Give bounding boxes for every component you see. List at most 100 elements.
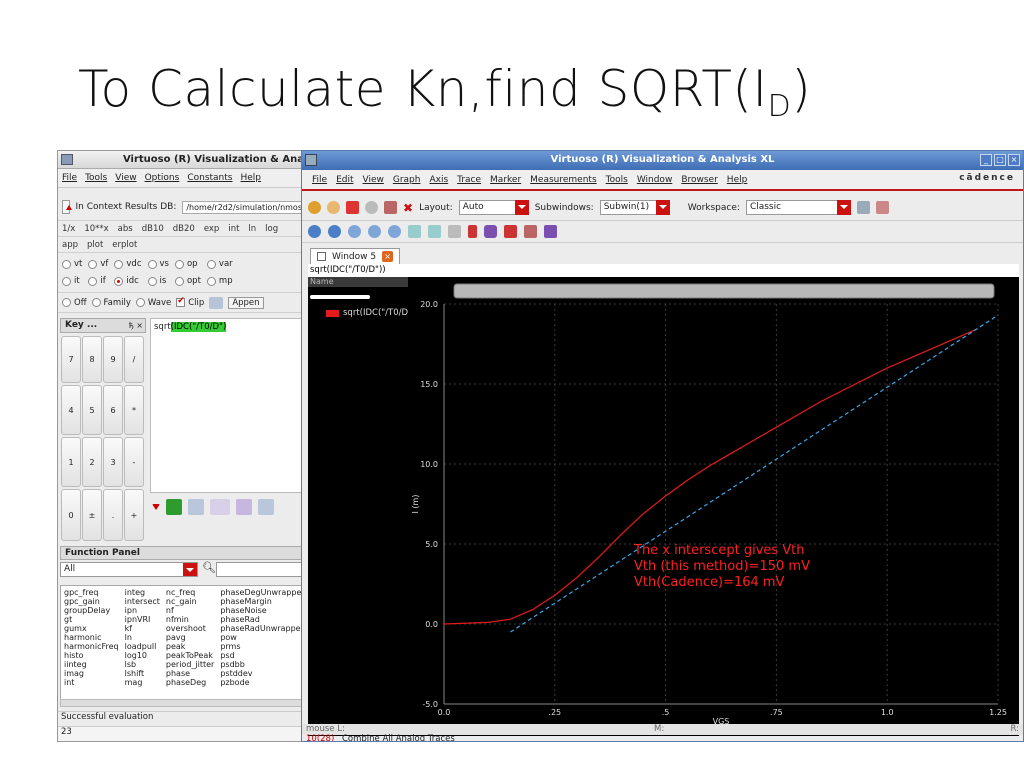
function-item[interactable]: iinteg — [64, 660, 119, 669]
key-multiply[interactable]: * — [124, 385, 144, 435]
dropdown-icon[interactable] — [152, 504, 160, 510]
key-minus[interactable]: - — [124, 437, 144, 487]
key-7[interactable]: 7 — [61, 336, 81, 383]
function-item[interactable]: phaseRad — [220, 615, 305, 624]
zoom-fit-icon[interactable] — [308, 225, 321, 238]
function-item[interactable]: gpc_gain — [64, 597, 119, 606]
mode-button[interactable]: plot — [87, 240, 103, 250]
zoom-x-icon[interactable] — [348, 225, 361, 238]
table-icon[interactable] — [448, 225, 461, 238]
function-item[interactable]: harmonic — [64, 633, 119, 642]
function-item[interactable]: ipn — [125, 606, 160, 615]
copy-icon[interactable] — [365, 201, 378, 214]
menu-graph[interactable]: Graph — [393, 175, 421, 185]
radio-wave[interactable]: Wave — [135, 298, 171, 308]
undo-icon[interactable] — [308, 201, 321, 214]
zoom-in-icon[interactable] — [328, 225, 341, 238]
context-path-field[interactable]: /home/r2d2/simulation/nmos — [182, 200, 306, 214]
append-button[interactable]: Appen — [228, 296, 264, 309]
marker-icon[interactable] — [468, 225, 477, 238]
radio-if[interactable]: if — [88, 274, 108, 288]
radio-is[interactable]: is — [147, 274, 169, 288]
menu-constants[interactable]: Constants — [187, 173, 232, 183]
close-icon[interactable]: × — [1008, 154, 1020, 166]
copy-icon[interactable] — [188, 499, 204, 515]
layout-select[interactable]: Auto — [458, 200, 529, 215]
function-item[interactable]: phase — [166, 669, 214, 678]
stack-icon[interactable] — [236, 499, 252, 515]
radio-vs[interactable]: vs — [147, 257, 169, 271]
function-item[interactable]: ln — [125, 633, 160, 642]
key-4[interactable]: 4 — [61, 385, 81, 435]
radio-vt[interactable]: vt — [62, 257, 82, 271]
redo-icon[interactable] — [327, 201, 340, 214]
menu-view[interactable]: View — [363, 175, 384, 185]
plot-area[interactable]: sqrt(IDC("/T0/D")) Name sqrt(IDC("/T0/D … — [308, 264, 1019, 736]
viewer-titlebar[interactable]: Virtuoso (R) Visualization & Analysis XL… — [302, 151, 1023, 170]
paste-icon[interactable] — [384, 201, 397, 214]
function-item[interactable]: ipnVRI — [125, 615, 160, 624]
function-item[interactable]: loadpull — [125, 642, 160, 651]
delete-icon[interactable]: ✖ — [403, 201, 413, 215]
function-item[interactable]: overshoot — [166, 624, 214, 633]
menu-measurements[interactable]: Measurements — [530, 175, 596, 185]
radio-op[interactable]: op — [174, 257, 201, 271]
func-button[interactable]: exp — [204, 224, 220, 234]
expression-buffer[interactable]: sqrt(IDC("/T0/D") — [150, 318, 306, 493]
key-divide[interactable]: / — [124, 336, 144, 383]
menu-axis[interactable]: Axis — [429, 175, 448, 185]
function-item[interactable]: imag — [64, 669, 119, 678]
menu-trace[interactable]: Trace — [457, 175, 481, 185]
radio-vf[interactable]: vf — [88, 257, 108, 271]
save-workspace-icon[interactable] — [856, 201, 870, 214]
menu-edit[interactable]: Edit — [336, 175, 353, 185]
func-button[interactable]: 10**x — [84, 224, 108, 234]
stack-icon[interactable] — [428, 225, 441, 238]
menu-browser[interactable]: Browser — [681, 175, 717, 185]
annotate-icon[interactable] — [484, 225, 497, 238]
radio-var[interactable]: var — [206, 257, 233, 271]
menu-view[interactable]: View — [115, 173, 136, 183]
search-icon[interactable]: 🔍︎ — [202, 561, 216, 574]
pop-insert-icon[interactable] — [210, 499, 230, 515]
function-item[interactable]: gpc_freq — [64, 588, 119, 597]
function-item[interactable]: groupDelay — [64, 606, 119, 615]
key-6[interactable]: 6 — [103, 385, 123, 435]
menu-tools[interactable]: Tools — [85, 173, 107, 183]
radio-vdc[interactable]: vdc — [114, 257, 142, 271]
key-decimal[interactable]: . — [103, 489, 123, 541]
key-plus[interactable]: + — [124, 489, 144, 541]
function-item[interactable]: psdbb — [220, 660, 305, 669]
function-item[interactable]: period_jitter — [166, 660, 214, 669]
function-item[interactable]: pzbode — [220, 678, 305, 687]
maximize-icon[interactable]: □ — [994, 154, 1006, 166]
function-item[interactable]: gt — [64, 615, 119, 624]
measure-icon[interactable] — [504, 225, 517, 238]
menu-file[interactable]: File — [62, 173, 77, 183]
radio-off[interactable]: Off — [62, 298, 87, 308]
x-scrollbar[interactable] — [453, 283, 995, 299]
clip-checkbox[interactable]: Clip — [176, 296, 204, 308]
key-9[interactable]: 9 — [103, 336, 123, 383]
plot-canvas[interactable]: 0.0.25.5.75 1.0 1.25-5.00.05.010.015.020.0… — [308, 264, 1019, 724]
function-item[interactable]: peakToPeak — [166, 651, 214, 660]
radio-family[interactable]: Family — [91, 298, 131, 308]
func-button[interactable]: int — [228, 224, 239, 234]
menu-tools[interactable]: Tools — [606, 175, 628, 185]
function-item[interactable]: pow — [220, 633, 305, 642]
evaluate-icon[interactable] — [166, 499, 182, 515]
function-item[interactable]: log10 — [125, 651, 160, 660]
function-item[interactable]: lsb — [125, 660, 160, 669]
function-item[interactable]: histo — [64, 651, 119, 660]
key-8[interactable]: 8 — [82, 336, 102, 383]
color-icon[interactable] — [544, 225, 557, 238]
key-2[interactable]: 2 — [82, 437, 102, 487]
function-list-scrollbar[interactable] — [60, 699, 306, 707]
menu-file[interactable]: File — [312, 175, 327, 185]
key-0[interactable]: 0 — [61, 489, 81, 541]
minimize-icon[interactable]: _ — [980, 154, 992, 166]
func-button[interactable]: abs — [118, 224, 133, 234]
func-button[interactable]: dB20 — [173, 224, 195, 234]
func-button[interactable]: dB10 — [142, 224, 164, 234]
function-item[interactable]: mag — [125, 678, 160, 687]
